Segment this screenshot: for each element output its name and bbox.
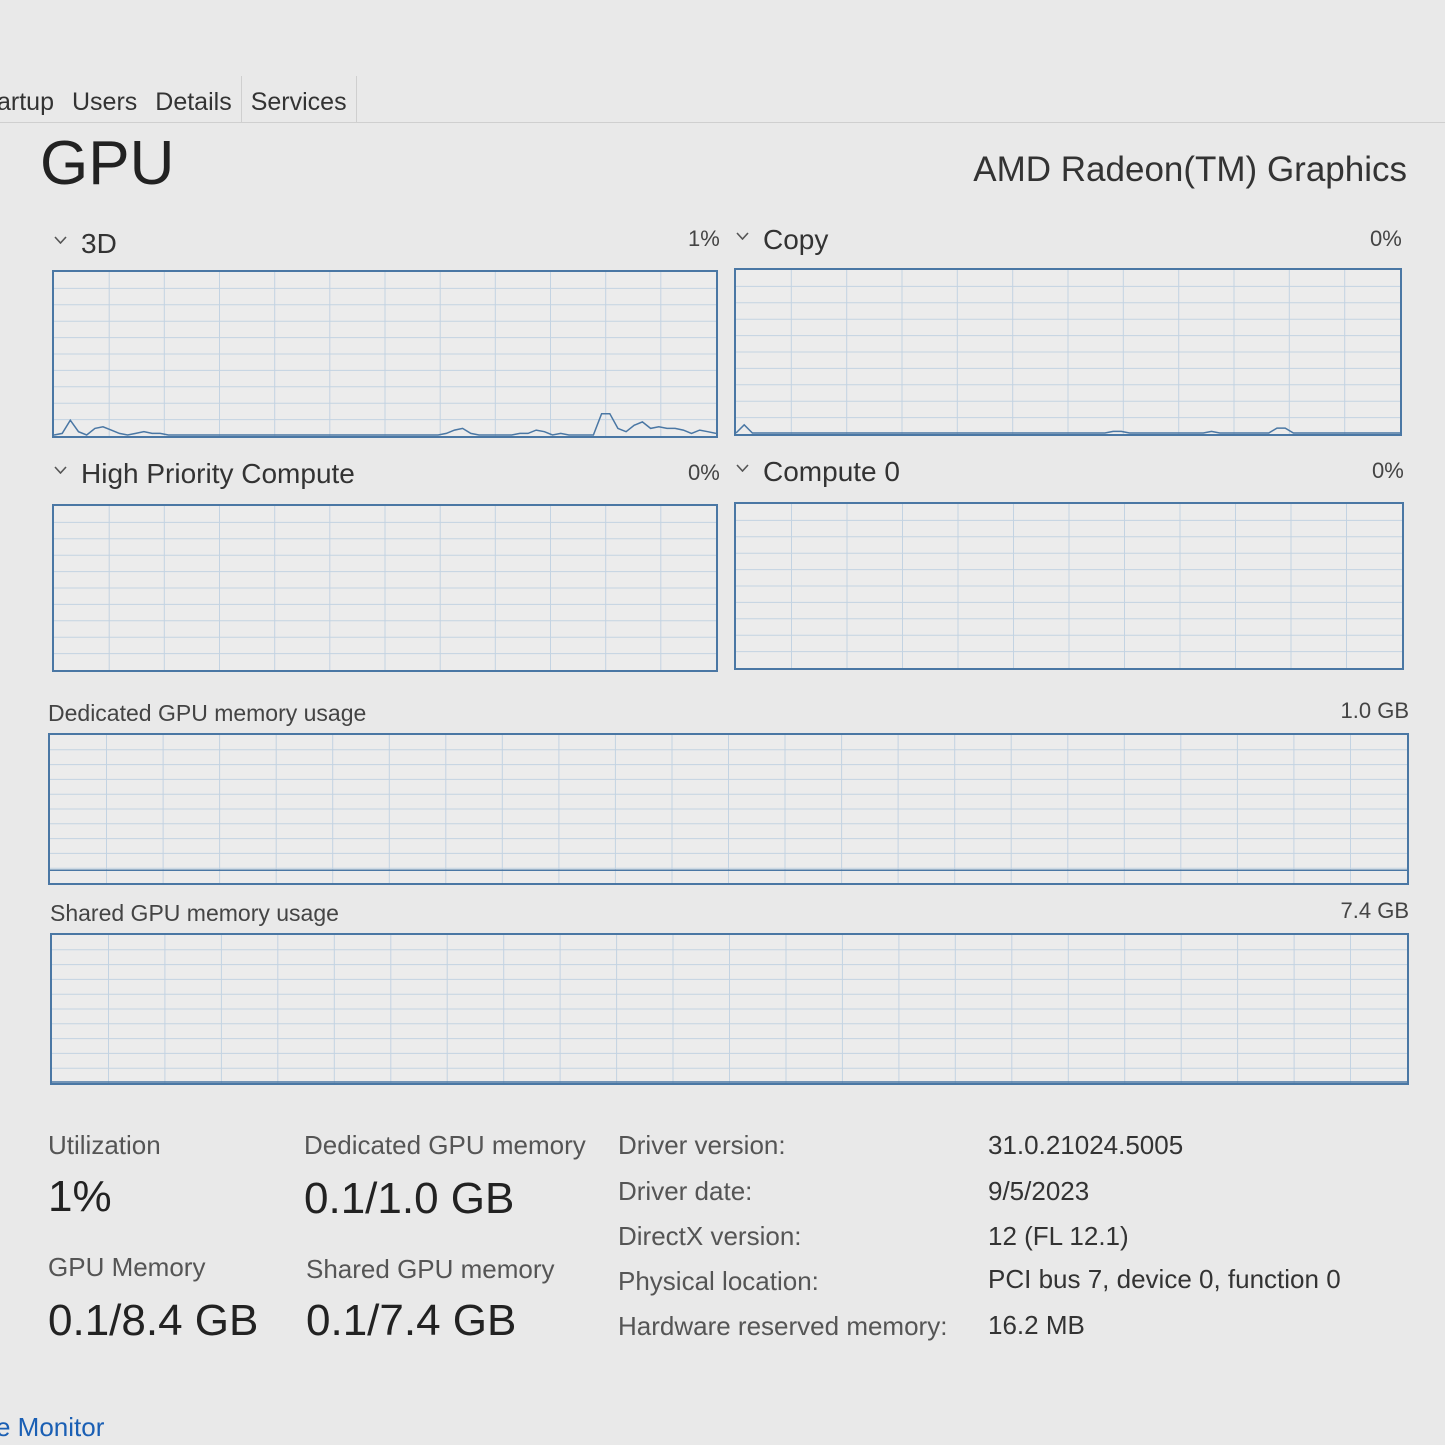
engine-label: High Priority Compute (81, 458, 355, 489)
hardware-reserved-memory-value: 16.2 MB (988, 1310, 1085, 1340)
page-title: GPU (40, 129, 175, 198)
engine-percent: 0% (688, 460, 720, 485)
chevron-down-icon (736, 232, 749, 240)
graph-canvas (736, 270, 1400, 434)
chevron-down-icon (54, 236, 67, 244)
engine-selector-compute-0[interactable]: Compute 0 (736, 456, 900, 488)
engine-graph-compute-0 (734, 502, 1404, 670)
utilization-label: Utilization (48, 1130, 161, 1160)
dedicated-memory-value: 0.1/1.0 GB (304, 1174, 515, 1223)
physical-location-label: Physical location: (618, 1266, 819, 1296)
hardware-reserved-memory-label: Hardware reserved memory: (618, 1311, 948, 1341)
shared-memory-graph (50, 933, 1409, 1085)
graph-canvas (50, 735, 1407, 883)
shared-memory-graph-label: Shared GPU memory usage (50, 900, 339, 926)
engine-percent: 0% (1370, 226, 1402, 251)
driver-date-label: Driver date: (618, 1176, 753, 1206)
tab-divider (355, 76, 357, 122)
dedicated-memory-label: Dedicated GPU memory (304, 1130, 586, 1160)
driver-date-value: 9/5/2023 (988, 1176, 1090, 1206)
tab-services[interactable]: Services (242, 76, 356, 122)
engine-selector-copy[interactable]: Copy (736, 224, 828, 256)
graph-canvas (736, 504, 1402, 668)
engine-label: Compute 0 (763, 456, 900, 487)
tab-users[interactable]: Users (63, 76, 146, 122)
engine-graph-3d (52, 270, 718, 438)
directx-version-label: DirectX version: (618, 1221, 802, 1251)
chevron-down-icon (736, 464, 749, 472)
tab-startup[interactable]: artup (0, 76, 63, 122)
resource-monitor-link[interactable]: e Monitor (0, 1412, 104, 1443)
engine-percent: 1% (688, 226, 720, 251)
engine-graph-copy (734, 268, 1402, 436)
gpu-memory-value: 0.1/8.4 GB (48, 1296, 259, 1345)
engine-label: Copy (763, 224, 829, 255)
engine-label: 3D (81, 228, 117, 259)
chevron-down-icon (54, 466, 67, 474)
shared-memory-graph-max: 7.4 GB (1340, 898, 1409, 923)
driver-version-value: 31.0.21024.5005 (988, 1130, 1184, 1160)
utilization-value: 1% (48, 1172, 112, 1221)
directx-version-value: 12 (FL 12.1) (988, 1221, 1129, 1251)
engine-selector-high-priority-compute[interactable]: High Priority Compute (54, 458, 355, 490)
graph-canvas (54, 506, 716, 670)
shared-memory-label: Shared GPU memory (306, 1254, 555, 1284)
dedicated-memory-graph-max: 1.0 GB (1340, 698, 1409, 723)
engine-selector-3d[interactable]: 3D (54, 228, 117, 260)
dedicated-memory-graph (48, 733, 1409, 885)
gpu-memory-label: GPU Memory (48, 1252, 206, 1282)
tab-strip: artup Users Details Services (0, 76, 1445, 123)
engine-graph-high-priority-compute (52, 504, 718, 672)
tab-details[interactable]: Details (146, 76, 240, 122)
shared-memory-value: 0.1/7.4 GB (306, 1296, 517, 1345)
driver-version-label: Driver version: (618, 1130, 786, 1160)
engine-percent: 0% (1372, 458, 1404, 483)
graph-canvas (52, 935, 1407, 1083)
dedicated-memory-graph-label: Dedicated GPU memory usage (48, 700, 367, 726)
physical-location-value: PCI bus 7, device 0, function 0 (988, 1264, 1341, 1294)
graph-canvas (54, 272, 716, 436)
device-name: AMD Radeon(TM) Graphics (973, 150, 1407, 189)
